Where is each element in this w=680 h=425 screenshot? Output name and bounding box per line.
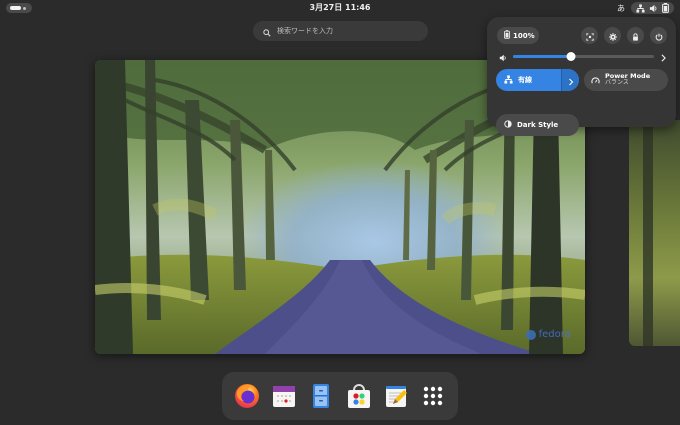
power-icon (655, 26, 663, 45)
dash (222, 372, 458, 420)
power-mode-toggle[interactable]: Power Mode バランス (584, 69, 668, 91)
calendar-icon (272, 386, 295, 407)
chevron-right-icon[interactable] (660, 47, 667, 66)
wired-toggle-main[interactable]: 有線 (496, 74, 561, 86)
workspace-dot (23, 6, 26, 10)
dark-style-label: Dark Style (517, 121, 559, 129)
power-mode-value: バランス (605, 79, 629, 87)
dash-app-calendar[interactable] (270, 382, 298, 410)
wallpaper-detail (643, 120, 653, 346)
dash-show-apps-button[interactable] (419, 382, 447, 410)
fedora-watermark: fedora (525, 329, 571, 340)
settings-button[interactable] (604, 27, 621, 44)
volume-slider-row (499, 51, 667, 62)
input-method-indicator[interactable]: あ (617, 3, 625, 14)
files-icon (313, 384, 330, 408)
network-wired-icon (504, 74, 513, 86)
software-icon (347, 384, 370, 408)
fedora-logo-icon (525, 329, 536, 340)
volume-slider-fill (513, 54, 571, 58)
search-placeholder: 検索ワードを入力 (277, 27, 333, 35)
active-workspace-indicator (10, 6, 21, 10)
chevron-right-icon (568, 71, 574, 90)
battery-icon (662, 3, 669, 13)
quick-settings-menu: 100% 有線 Power Mode バランス Dark Style (487, 17, 676, 136)
lock-icon (632, 26, 639, 45)
system-menu-button[interactable] (631, 2, 674, 14)
lock-button[interactable] (627, 27, 644, 44)
volume-slider-handle[interactable] (566, 51, 576, 61)
volume-icon (649, 4, 658, 13)
screenshot-button[interactable] (581, 27, 598, 44)
wired-menu-arrow-button[interactable] (561, 69, 579, 91)
activities-button[interactable] (6, 3, 32, 13)
battery-button[interactable]: 100% (497, 27, 539, 44)
dash-app-firefox[interactable] (233, 382, 261, 410)
system-tray: あ (617, 2, 674, 14)
network-wired-icon (636, 3, 645, 13)
dark-style-toggle[interactable]: Dark Style (496, 114, 579, 136)
volume-slider[interactable] (513, 51, 654, 61)
clock[interactable]: 3月27日 11:46 (310, 2, 371, 13)
battery-percentage: 100% (513, 31, 535, 40)
dash-app-text-editor[interactable] (382, 382, 410, 410)
search-icon (263, 22, 271, 41)
power-mode-icon (591, 71, 600, 90)
gear-icon (608, 26, 617, 45)
wired-label: 有線 (518, 76, 532, 84)
battery-icon (504, 30, 510, 41)
wired-network-toggle[interactable]: 有線 (496, 69, 579, 91)
text-editor-icon (385, 386, 407, 407)
dash-app-files[interactable] (307, 382, 335, 410)
screenshot-icon (585, 26, 594, 45)
dark-style-icon (504, 120, 512, 130)
volume-icon (499, 47, 507, 66)
power-off-button[interactable] (650, 27, 667, 44)
top-bar: 3月27日 11:46 あ (0, 0, 680, 16)
app-grid-icon (424, 386, 443, 406)
dash-app-software[interactable] (345, 382, 373, 410)
search-entry[interactable]: 検索ワードを入力 (253, 21, 428, 41)
watermark-text: fedora (538, 329, 571, 340)
next-workspace-thumbnail[interactable] (629, 120, 680, 346)
firefox-icon (234, 384, 259, 408)
